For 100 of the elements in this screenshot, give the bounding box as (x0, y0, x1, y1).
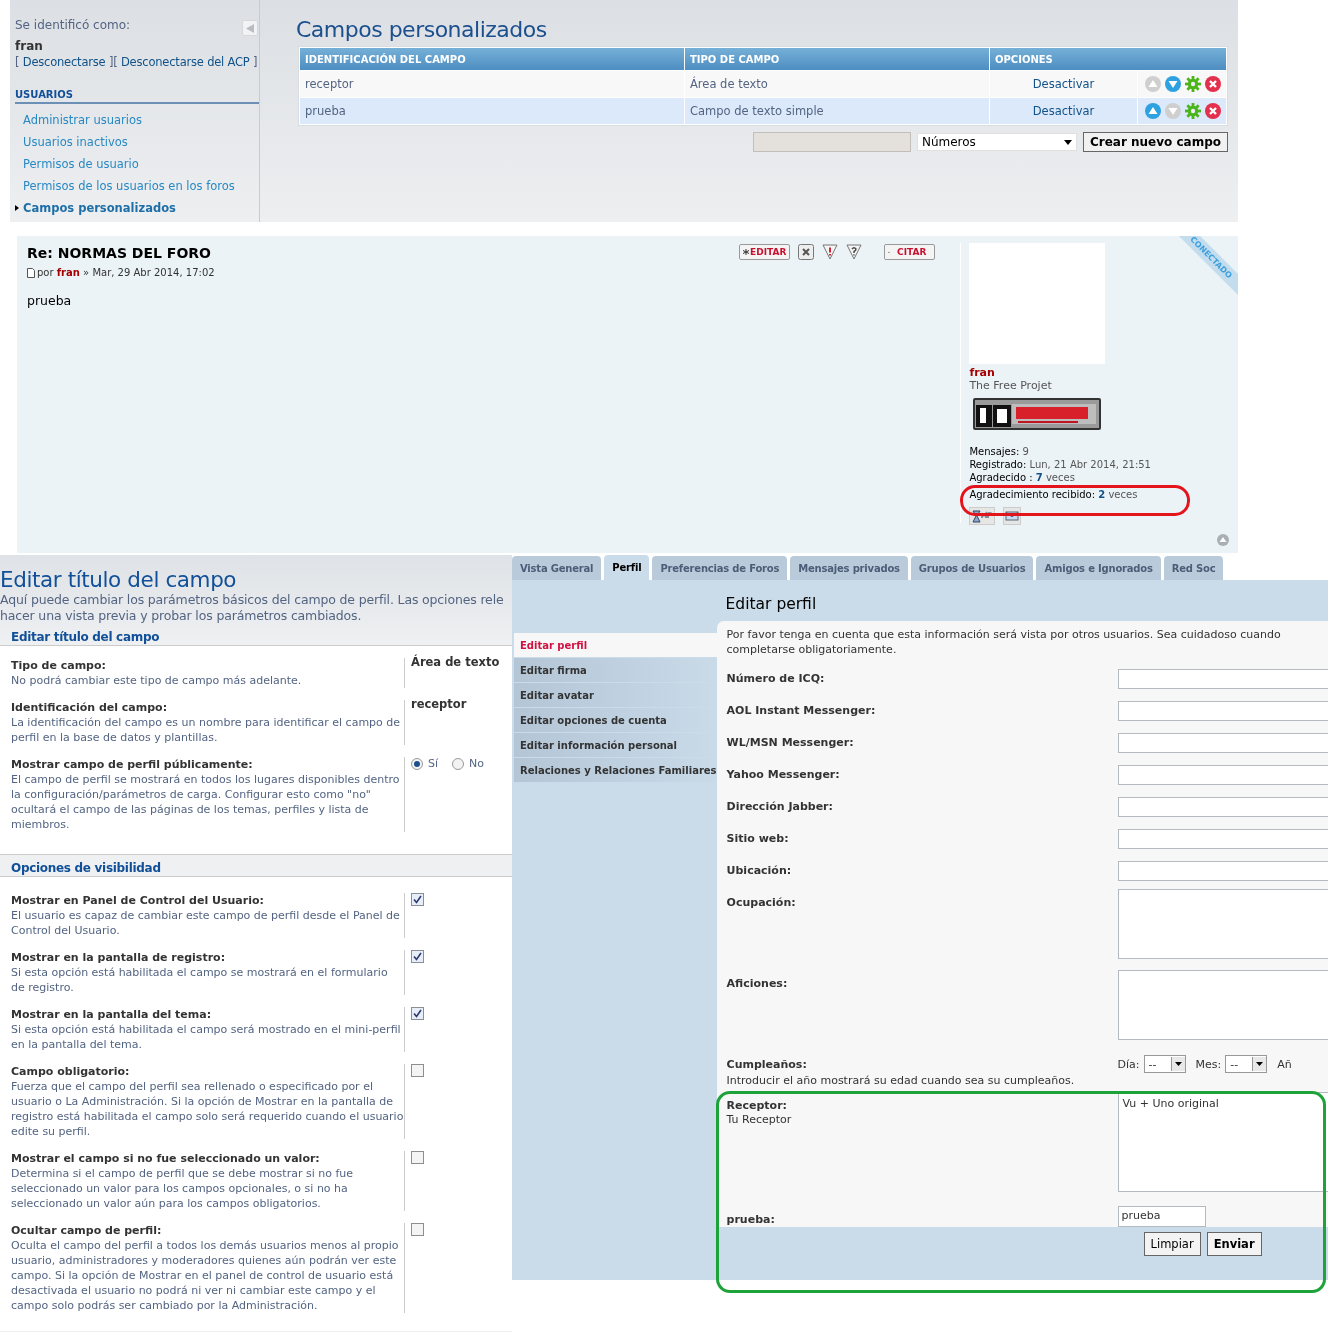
column-header: TIPO DE CAMPO (685, 48, 989, 70)
text-area[interactable] (1117, 970, 1328, 1040)
field-name-input[interactable] (752, 132, 911, 152)
star-icon (743, 249, 750, 255)
radio-label: Sí (428, 757, 439, 770)
field-label: Número de ICQ: (726, 672, 826, 685)
field-help: Tu Receptor (726, 1113, 793, 1126)
field-label: Yahoo Messenger: (726, 768, 841, 781)
type-select[interactable]: Números (916, 133, 1077, 151)
scroll-top-icon[interactable] (1217, 534, 1229, 546)
table-cell: Campo de texto simple (685, 98, 989, 124)
acp-logout-link[interactable]: Desconectarse del ACP (120, 55, 250, 69)
field-help: No podrá cambiar este tipo de campo más adelante. (11, 673, 303, 688)
collapse-button[interactable] (242, 20, 258, 36)
author-link[interactable]: fran (56, 267, 80, 278)
section-title: Editar perfil (725, 595, 818, 613)
collapse-icon[interactable] (246, 23, 254, 33)
intro-text: Aquí puede cambiar los parámetros básicos del campo de perfil. Las opciones rele (0, 592, 505, 608)
tab[interactable]: Amigos e Ignorados (1036, 556, 1161, 580)
radio-button[interactable] (452, 757, 465, 770)
logout-link[interactable]: Desconectarse (22, 55, 106, 69)
text-input[interactable] (1117, 829, 1328, 849)
field-help: Si esta opción está habilitada el campo se mostrará en el formulario de registro. (11, 965, 389, 995)
move-up-icon[interactable] (1145, 103, 1161, 119)
section-legend: Opciones de visibilidad (0, 855, 512, 876)
text-area[interactable] (1117, 889, 1328, 959)
radio-button[interactable] (411, 757, 423, 770)
warning-icon[interactable] (822, 244, 839, 260)
date-select[interactable]: -- (1225, 1055, 1268, 1073)
field-label: Aficiones: (726, 977, 789, 990)
post-title: Re: NORMAS DEL FORO (27, 244, 211, 261)
page-title: Campos personalizados (296, 17, 548, 42)
tab[interactable]: Red Soc (1163, 556, 1224, 580)
tab[interactable]: Grupos de Usuarios (910, 556, 1034, 580)
field-label: Mostrar campo de perfil públicamente: (11, 757, 254, 772)
menu-link[interactable]: Campos personalizados (23, 201, 176, 215)
notice-text: completarse obligatoriamente. (726, 642, 898, 657)
field-label: Ocupación: (726, 896, 797, 909)
author-name[interactable]: fran (969, 366, 1238, 379)
section-legend: Editar título del campo (0, 624, 512, 645)
text-input[interactable] (1117, 861, 1328, 881)
field-label: Ocultar campo de perfil: (11, 1223, 163, 1238)
menu-item[interactable]: Relaciones y Relaciones Familiares (514, 758, 717, 782)
table-cell: receptor (300, 71, 684, 97)
submit-button[interactable]: Enviar (1206, 1232, 1262, 1256)
date-select[interactable]: -- (1143, 1055, 1186, 1073)
menu-heading: USUARIOS (15, 89, 259, 104)
field-label: Mostrar en Panel de Control del Usuario: (11, 893, 265, 908)
tab[interactable]: Preferencias de Foros (652, 556, 788, 580)
dropdown-caret-icon (1174, 1062, 1182, 1066)
field-label: Mostrar en la pantalla del tema: (11, 1007, 213, 1022)
text-input[interactable] (1117, 701, 1328, 721)
tab[interactable]: Vista General (512, 556, 602, 580)
text-input[interactable] (1117, 765, 1328, 785)
checkbox[interactable] (411, 893, 424, 906)
edit-button[interactable]: EDITAR (739, 244, 791, 260)
column-header: IDENTIFICACIÓN DEL CAMPO (300, 48, 684, 70)
checkbox[interactable] (411, 1151, 424, 1164)
post-byline: por fran » Mar, 29 Abr 2014, 17:02 (37, 267, 215, 278)
field-label: AOL Instant Messenger: (726, 704, 877, 717)
text-area[interactable]: Vu + Uno original (1117, 1092, 1328, 1192)
profile-stat: Agradecido : 7 veces (969, 471, 1076, 484)
tab[interactable]: Mensajes privados (790, 556, 908, 580)
delete-icon[interactable] (1205, 103, 1221, 119)
pointer-icon (15, 205, 19, 211)
text-input[interactable] (1117, 733, 1328, 753)
settings-icon[interactable] (1185, 103, 1201, 119)
checkbox[interactable] (411, 1007, 424, 1020)
field-help: La identificación del campo es un nombre para identificar el campo de perfil en la base de datos y plantillas. (11, 715, 402, 745)
field-label: Dirección Jabber: (726, 800, 834, 813)
field-label: Cumpleaños: (726, 1058, 808, 1071)
checkbox[interactable] (411, 1223, 424, 1236)
field-help: Si esta opción está habilitada el campo será mostrado en el mini-perfil en la pantalla del tema. (11, 1022, 402, 1052)
document-icon (27, 267, 35, 278)
field-help: Fuerza que el campo del perfil sea rellenado o especificado por el usuario o La Administración. Si la opción de Mostrar en la pantalla de registro está habilitada el campo solo será requerido cuando el usuario edite su perfil. (11, 1079, 404, 1139)
field-help: Oculta el campo del perfil a todos los demás usuarios menos al propio usuario, administradores y moderadores quienes aún podrán ver este campo. Si la opción de Mostrar en el panel de control de usuario está desactivada el usuario no podrá ni ver ni cambiar este campo y el campo solo podrás ser cambiado por la Administración. (11, 1238, 400, 1313)
menu-item[interactable]: Editar perfil (514, 633, 717, 657)
delete-icon[interactable] (798, 244, 815, 260)
profile-stat: Agradecimiento recibido: 2 veces (969, 488, 1139, 501)
delete-icon[interactable] (1205, 76, 1221, 92)
reset-button[interactable]: Limpiar (1143, 1232, 1201, 1256)
move-down-icon[interactable] (1165, 76, 1181, 92)
tab[interactable]: Perfil (604, 555, 650, 580)
field-help: El usuario es capaz de cambiar este campo de perfil desde el Panel de Control del Usuario. (11, 908, 401, 938)
quote-button[interactable]: CITAR (884, 244, 936, 260)
dropdown-caret-icon (1063, 139, 1072, 145)
text-input[interactable]: prueba (1117, 1206, 1206, 1227)
field-value: receptor (411, 697, 468, 711)
text-input[interactable] (1117, 669, 1328, 689)
question-icon[interactable] (846, 244, 863, 260)
checkbox[interactable] (411, 1064, 424, 1077)
logout-line: [ Desconectarse ][ Desconectarse del ACP ] (15, 55, 259, 69)
settings-icon[interactable] (1185, 76, 1201, 92)
field-label: Mostrar el campo si no fue seleccionado un valor: (11, 1151, 321, 1166)
create-field-button[interactable]: Crear nuevo campo (1082, 132, 1228, 152)
checkbox[interactable] (411, 950, 424, 963)
field-label: Tipo de campo: (11, 658, 107, 673)
profile-stat: Mensajes: 9 (969, 445, 1030, 458)
field-label: Sitio web: (726, 832, 790, 845)
text-input[interactable] (1117, 797, 1328, 817)
